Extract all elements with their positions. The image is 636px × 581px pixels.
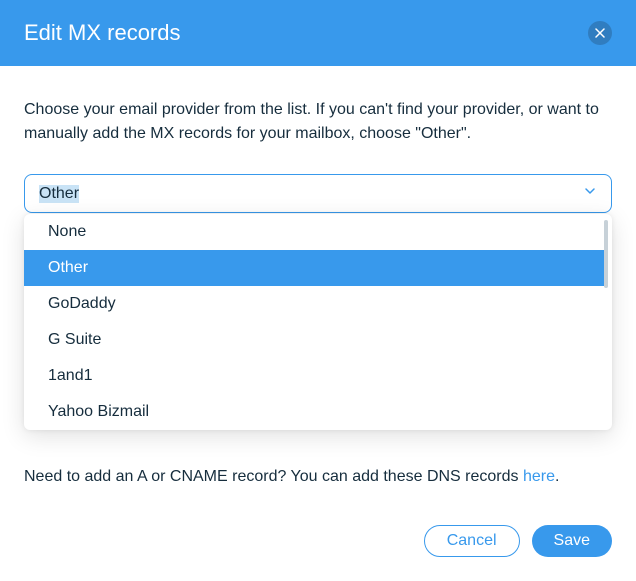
provider-instructions: Choose your email provider from the list…	[24, 98, 612, 146]
close-icon	[595, 26, 605, 41]
dns-records-link[interactable]: here	[523, 468, 555, 485]
modal-header: Edit MX records	[0, 0, 636, 66]
save-button[interactable]: Save	[532, 525, 612, 557]
dropdown-scrollbar[interactable]	[604, 220, 608, 288]
provider-option-1and1[interactable]: 1and1	[24, 358, 606, 394]
dns-note-suffix: .	[555, 468, 559, 485]
provider-dropdown-list[interactable]: None Other GoDaddy G Suite 1and1 Yahoo B…	[24, 214, 606, 430]
edit-mx-modal: Edit MX records Choose your email provid…	[0, 0, 636, 581]
modal-body: Choose your email provider from the list…	[0, 66, 636, 509]
provider-select[interactable]: Other	[24, 174, 612, 213]
provider-select-value: Other	[39, 185, 79, 203]
provider-select-container: Other None Other GoDaddy G Suite 1and1 Y…	[24, 174, 612, 213]
cancel-button[interactable]: Cancel	[424, 525, 520, 557]
chevron-down-icon	[583, 184, 597, 203]
modal-footer: Cancel Save	[0, 509, 636, 581]
provider-dropdown: None Other GoDaddy G Suite 1and1 Yahoo B…	[24, 214, 612, 430]
provider-option-other[interactable]: Other	[24, 250, 606, 286]
provider-option-gsuite[interactable]: G Suite	[24, 322, 606, 358]
dns-note: Need to add an A or CNAME record? You ca…	[24, 465, 612, 489]
dns-note-text: Need to add an A or CNAME record? You ca…	[24, 468, 523, 485]
close-button[interactable]	[588, 21, 612, 45]
provider-option-none[interactable]: None	[24, 214, 606, 250]
modal-title: Edit MX records	[24, 20, 181, 46]
provider-option-godaddy[interactable]: GoDaddy	[24, 286, 606, 322]
provider-option-yahoo[interactable]: Yahoo Bizmail	[24, 394, 606, 430]
